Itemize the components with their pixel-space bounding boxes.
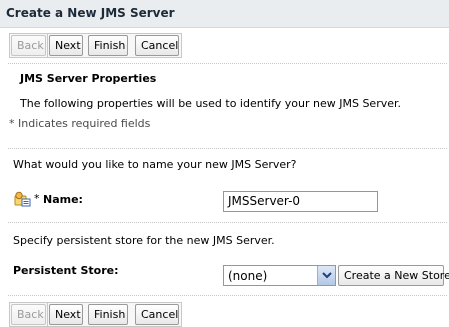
name-prompt: What would you like to name your new JMS…: [13, 158, 297, 171]
cancel-button-bottom[interactable]: Cancel: [135, 304, 179, 325]
required-marker: *: [34, 192, 40, 205]
section-heading: JMS Server Properties: [20, 72, 157, 85]
page-title: Create a New JMS Server: [6, 6, 175, 20]
name-label: Name:: [43, 193, 83, 206]
finish-button-bottom[interactable]: Finish: [88, 304, 128, 325]
required-fields-note: * Indicates required fields: [9, 117, 151, 130]
info-required-icon: [13, 191, 31, 207]
create-new-store-button[interactable]: Create a New Store: [338, 265, 449, 286]
divider: [8, 222, 447, 223]
persistent-store-label: Persistent Store:: [13, 264, 119, 277]
chevron-down-icon[interactable]: [317, 266, 335, 285]
name-input[interactable]: JMSServer-0: [223, 191, 378, 212]
name-input-value: JMSServer-0: [228, 194, 301, 208]
next-button-bottom[interactable]: Next: [49, 304, 83, 325]
persistent-store-selected: (none): [228, 269, 268, 283]
finish-button[interactable]: Finish: [88, 35, 128, 56]
divider: [8, 63, 447, 64]
next-button[interactable]: Next: [49, 35, 83, 56]
divider: [8, 295, 447, 296]
divider: [8, 148, 447, 149]
back-button-bottom[interactable]: Back: [11, 304, 46, 325]
section-description: The following properties will be used to…: [20, 97, 401, 110]
persistent-store-select[interactable]: (none): [223, 265, 336, 286]
back-button[interactable]: Back: [11, 35, 46, 56]
cancel-button[interactable]: Cancel: [135, 35, 179, 56]
title-bar: Create a New JMS Server: [0, 0, 449, 28]
store-prompt: Specify persistent store for the new JMS…: [13, 234, 275, 247]
